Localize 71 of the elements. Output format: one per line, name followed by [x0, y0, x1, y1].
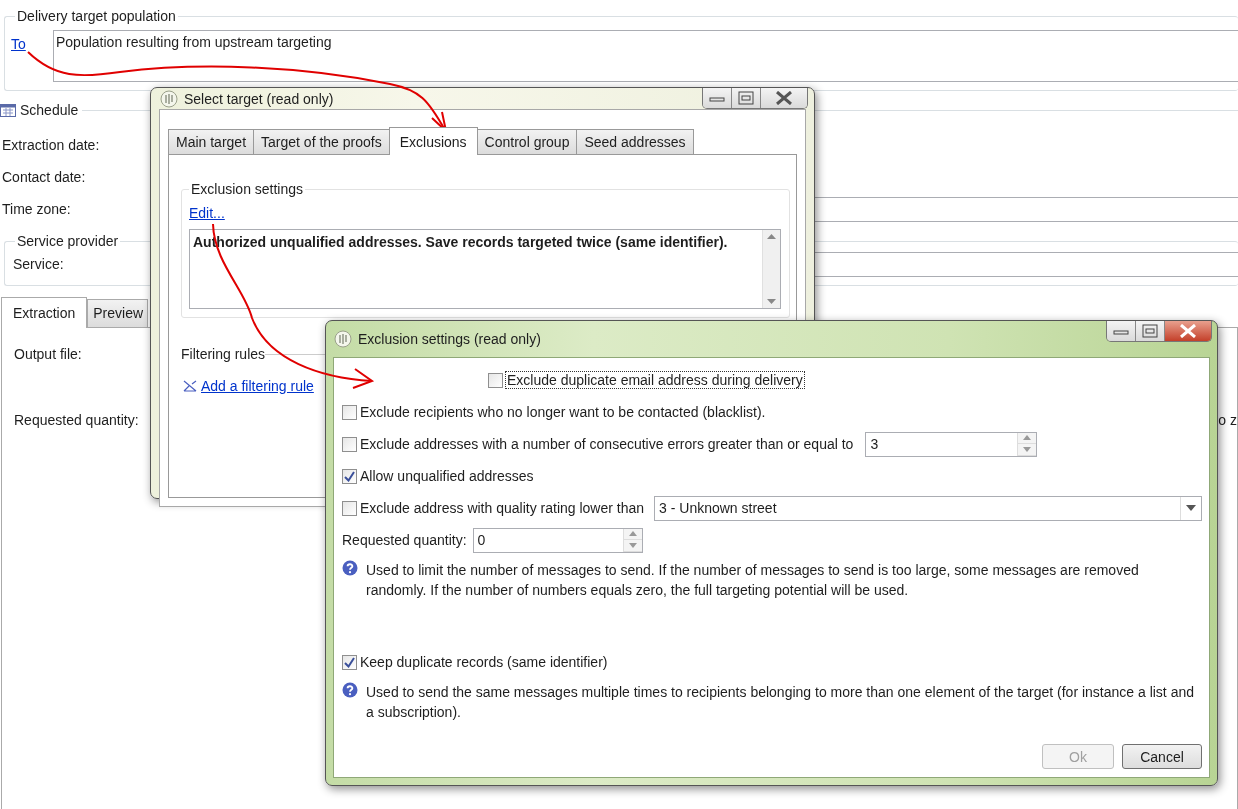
field-label: o z [1218, 412, 1237, 430]
minimize-icon [709, 94, 725, 102]
field-label: Requested quantity: [14, 412, 139, 430]
add-filter-link[interactable]: Add a filtering rule [201, 378, 314, 394]
scroll-down-icon[interactable] [767, 299, 776, 304]
scrollbar[interactable] [762, 230, 780, 308]
tab[interactable]: Exclusions [388, 127, 478, 155]
tab[interactable]: Preview [87, 299, 149, 327]
close-button[interactable] [761, 88, 807, 108]
input-field[interactable] [814, 196, 1238, 222]
close-icon [1179, 324, 1197, 338]
spin-down-icon[interactable] [1023, 446, 1032, 452]
checkbox-label: Exclude addresses with a number of consecutive errors greater than or equal to [360, 436, 854, 452]
checkbox[interactable] [342, 404, 357, 420]
checkbox[interactable] [342, 468, 357, 484]
number-field[interactable]: 0 [472, 527, 643, 553]
number-field[interactable]: 3 [865, 431, 1038, 457]
help-icon [342, 682, 358, 698]
checkbox[interactable] [342, 436, 357, 452]
tab[interactable]: Extraction [1, 297, 88, 328]
minimize-icon [1113, 327, 1129, 335]
checkbox[interactable] [488, 372, 503, 388]
maximize-icon [1142, 324, 1158, 338]
target-text-field[interactable]: Population resulting from upstream targeting [53, 30, 1238, 82]
spin-up-icon[interactable] [1023, 435, 1032, 441]
tab[interactable]: Target of the proofs [253, 129, 390, 154]
help-icon [342, 560, 358, 576]
input-field[interactable] [814, 251, 1238, 277]
spin-up-icon[interactable] [628, 531, 637, 537]
spin-down-icon[interactable] [628, 542, 637, 548]
help-text: Used to limit the number of messages to send. If the number of messages to send is too large, some messages are removed randomly. If the number of numbers equals zero, the full targeting potential will be used. [366, 561, 1140, 600]
help-text: Used to send the same messages multiple times to recipients belonging to more than one element of the target (for instance a list and a subscription). [366, 683, 1195, 722]
maximize-button[interactable] [732, 88, 761, 108]
tab[interactable]: Seed addresses [576, 129, 694, 154]
minimize-button[interactable] [1107, 321, 1136, 341]
minimize-button[interactable] [703, 88, 732, 108]
section-title: Delivery target population [16, 8, 177, 24]
field-label: Contact date: [2, 169, 86, 185]
section-title: Service provider [16, 233, 120, 249]
to-link[interactable]: To [11, 36, 26, 52]
section-title: Exclusion settings [190, 181, 305, 197]
section-title: Filtering rules [181, 346, 266, 362]
checkbox[interactable] [342, 500, 357, 516]
checkbox-label: Exclude address with quality rating lower than [360, 500, 645, 516]
checkbox-label: Allow unqualified addresses [360, 468, 534, 484]
checkbox-label: Exclude duplicate email address during delivery [506, 372, 804, 388]
tab[interactable]: Control group [476, 129, 578, 154]
field-label: Output file: [14, 346, 82, 364]
field-label: Time zone: [2, 201, 71, 217]
checkbox[interactable] [342, 654, 357, 670]
field-label: Service: [13, 256, 64, 272]
close-button[interactable] [1165, 321, 1211, 341]
window-title: Exclusion settings (read only) [358, 331, 542, 347]
app-logo-icon [160, 89, 178, 108]
section-title: Schedule [20, 102, 79, 118]
window-title: Select target (read only) [184, 90, 335, 107]
app-logo-icon [334, 330, 352, 348]
maximize-button[interactable] [1136, 321, 1165, 341]
maximize-icon [738, 91, 754, 105]
dialog-button[interactable]: Cancel [1122, 744, 1202, 769]
tab[interactable]: Main target [168, 129, 255, 154]
quality-dropdown[interactable]: 3 - Unknown street [654, 495, 1202, 521]
dropdown-arrow-icon [1186, 505, 1196, 511]
filter-icon [183, 380, 197, 392]
edit-link[interactable]: Edit... [189, 205, 225, 221]
field-label: Extraction date: [2, 137, 100, 153]
close-icon [775, 91, 793, 105]
checkbox-label: Keep duplicate records (same identifier) [360, 654, 608, 670]
scroll-up-icon[interactable] [767, 234, 776, 239]
checkbox-label: Exclude recipients who no longer want to be contacted (blacklist). [360, 404, 766, 420]
field-label: Requested quantity: [342, 532, 467, 548]
